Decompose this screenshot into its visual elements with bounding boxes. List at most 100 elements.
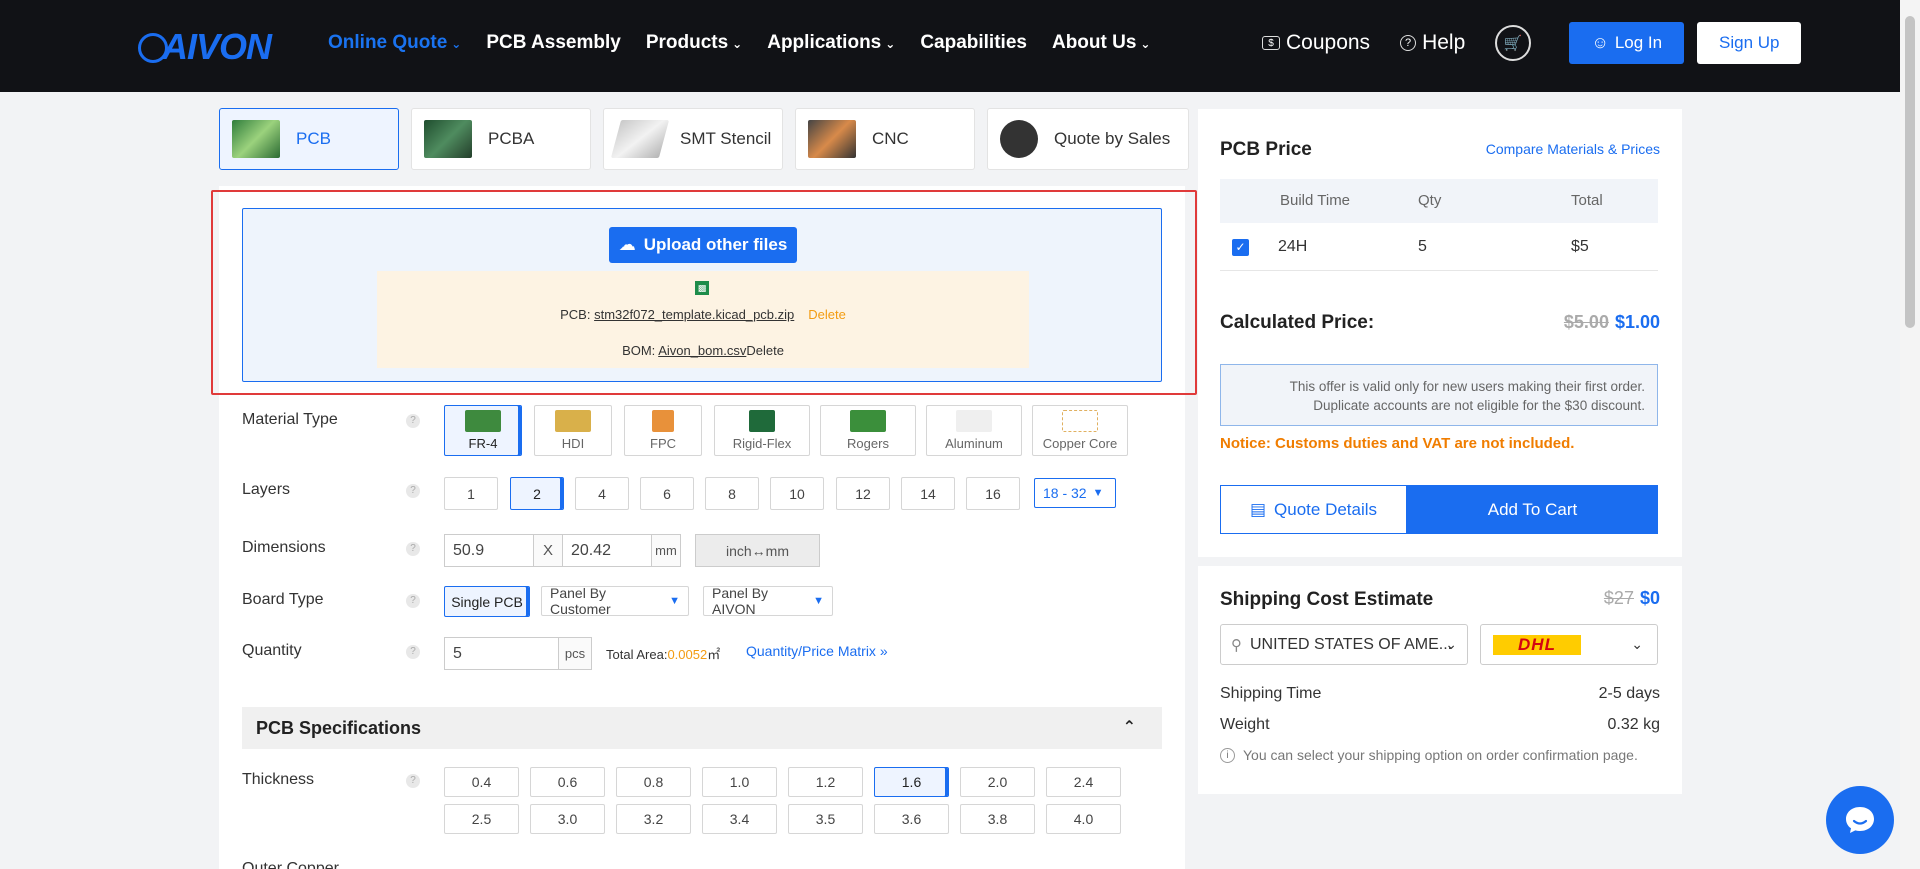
outer-copper-label: Outer Copper [242,860,339,869]
quantity-input[interactable]: 5 [444,637,559,670]
nav-applications[interactable]: Applications ⌄ [767,32,895,54]
scrollbar-thumb[interactable] [1905,16,1915,328]
logo-text: AIVON [162,26,272,67]
dimension-x-input[interactable]: 50.9 [444,534,534,567]
thickness-option[interactable]: 3.5 [788,804,863,834]
layer-option-2[interactable]: 2 [510,477,564,510]
offer-line-2: Duplicate accounts are not eligible for … [1313,398,1645,413]
help-icon[interactable]: ? [406,594,420,608]
thickness-option[interactable]: 3.4 [702,804,777,834]
help-link[interactable]: ? Help [1400,31,1465,55]
country-select[interactable]: ⚲ UNITED STATES OF AME... ⌄ [1220,624,1468,665]
material-fr4[interactable]: FR-4 [444,405,522,456]
thickness-option[interactable]: 3.0 [530,804,605,834]
chevron-up-icon[interactable]: ⌃ [1123,717,1136,737]
carrier-select[interactable]: DHL ⌄ [1480,624,1658,665]
thickness-option[interactable]: 0.4 [444,767,519,797]
material-copper-core[interactable]: Copper Core [1032,405,1128,456]
page-scrollbar[interactable] [1900,0,1920,869]
layer-option-4[interactable]: 4 [575,477,629,510]
quantity-price-matrix-link[interactable]: Quantity/Price Matrix » [746,643,888,659]
thickness-option[interactable]: 4.0 [1046,804,1121,834]
thickness-option[interactable]: 2.5 [444,804,519,834]
thickness-option[interactable]: 0.6 [530,767,605,797]
main-nav: Online Quote ⌄ PCB Assembly Products ⌄ App… [328,32,1150,54]
chevron-down-icon: ⌄ [1631,636,1643,652]
shipping-cost: $27 $0 [1604,588,1660,609]
price-table-row[interactable]: ✓ 24H 5 $5 [1220,223,1658,271]
cart-icon[interactable]: 🛒 [1495,25,1532,61]
help-icon[interactable]: ? [406,484,420,498]
upload-area[interactable]: ☁ Upload other files ▩ PCB: stm32f072_tem… [242,208,1162,382]
live-chat-button[interactable] [1826,786,1894,854]
panel-by-customer-dropdown[interactable]: Panel By Customer ▼ [541,585,689,617]
help-icon[interactable]: ? [406,774,420,788]
login-button[interactable]: ☺ Log In [1569,22,1685,64]
tab-quote-by-sales[interactable]: Quote by Sales [987,108,1189,170]
pcb-price-title: PCB Price [1220,139,1312,160]
chevron-down-icon: ⌄ [1140,37,1151,51]
compare-materials-link[interactable]: Compare Materials & Prices [1486,141,1660,157]
material-label: FPC [650,436,676,451]
spec-title: PCB Specifications [256,717,422,738]
chevron-down-icon: ⌄ [732,37,743,51]
layers-more-dropdown[interactable]: 18 - 32 ▼ [1034,478,1116,508]
nav-label: Products [645,32,729,53]
quote-details-button[interactable]: ▤ Quote Details [1220,485,1407,534]
tab-cnc[interactable]: CNC [795,108,975,170]
material-aluminum[interactable]: Aluminum [926,405,1022,456]
pcb-specifications-header[interactable]: PCB Specifications ⌃ [242,707,1162,749]
help-icon[interactable]: ? [406,542,420,556]
layer-option-16[interactable]: 16 [966,477,1020,510]
thickness-option[interactable]: 1.0 [702,767,777,797]
signup-button[interactable]: Sign Up [1697,22,1802,64]
thickness-option[interactable]: 2.0 [960,767,1035,797]
row-checkbox[interactable]: ✓ [1232,239,1249,256]
upload-other-files-button[interactable]: ☁ Upload other files [609,227,797,263]
tab-smt-stencil[interactable]: SMT Stencil [603,108,783,170]
pcb-file-link[interactable]: stm32f072_template.kicad_pcb.zip [594,307,794,322]
uploaded-files-list: ▩ PCB: stm32f072_template.kicad_pcb.zip D… [377,271,1029,368]
thickness-option[interactable]: 1.2 [788,767,863,797]
material-rigid-flex[interactable]: Rigid-Flex [714,405,810,456]
material-hdi[interactable]: HDI [534,405,612,456]
material-rogers[interactable]: Rogers [820,405,916,456]
material-fpc[interactable]: FPC [624,405,702,456]
dimension-y-input[interactable]: 20.42 [562,534,652,567]
tab-label: SMT Stencil [680,129,772,148]
board-type-single[interactable]: Single PCB [444,586,530,617]
pcb-delete-link[interactable]: Delete [808,307,846,322]
nav-online-quote[interactable]: Online Quote ⌄ [328,32,461,54]
thickness-option[interactable]: 3.2 [616,804,691,834]
row-qty: 5 [1418,238,1427,255]
aivon-logo[interactable]: AIVON [138,26,272,68]
thickness-option[interactable]: 2.4 [1046,767,1121,797]
help-icon[interactable]: ? [406,645,420,659]
tab-pcba[interactable]: PCBA [411,108,591,170]
layer-option-6[interactable]: 6 [640,477,694,510]
panel-by-aivon-dropdown[interactable]: Panel By AIVON ▼ [703,585,833,617]
nav-pcb-assembly[interactable]: PCB Assembly [486,32,620,54]
layer-option-1[interactable]: 1 [444,477,498,510]
thickness-option[interactable]: 1.6 [874,767,949,797]
upload-button-label: Upload other files [643,235,788,254]
coupons-label: Coupons [1286,31,1371,54]
add-to-cart-button[interactable]: Add To Cart [1407,485,1658,534]
thickness-option[interactable]: 0.8 [616,767,691,797]
layer-option-10[interactable]: 10 [770,477,824,510]
layer-option-8[interactable]: 8 [705,477,759,510]
info-icon: i [1220,747,1235,763]
inch-mm-toggle[interactable]: inch↔mm [695,534,820,567]
nav-about-us[interactable]: About Us ⌄ [1052,32,1151,54]
thickness-option[interactable]: 3.8 [960,804,1035,834]
coupons-link[interactable]: $ Coupons [1262,31,1370,55]
help-icon[interactable]: ? [406,414,420,428]
nav-capabilities[interactable]: Capabilities [920,32,1027,54]
bom-delete-link[interactable]: Delete [746,343,784,358]
layer-option-14[interactable]: 14 [901,477,955,510]
thickness-option[interactable]: 3.6 [874,804,949,834]
layer-option-12[interactable]: 12 [836,477,890,510]
bom-file-link[interactable]: Aivon_bom.csv [658,343,746,358]
nav-products[interactable]: Products ⌄ [646,32,742,54]
tab-pcb[interactable]: PCB [219,108,399,170]
